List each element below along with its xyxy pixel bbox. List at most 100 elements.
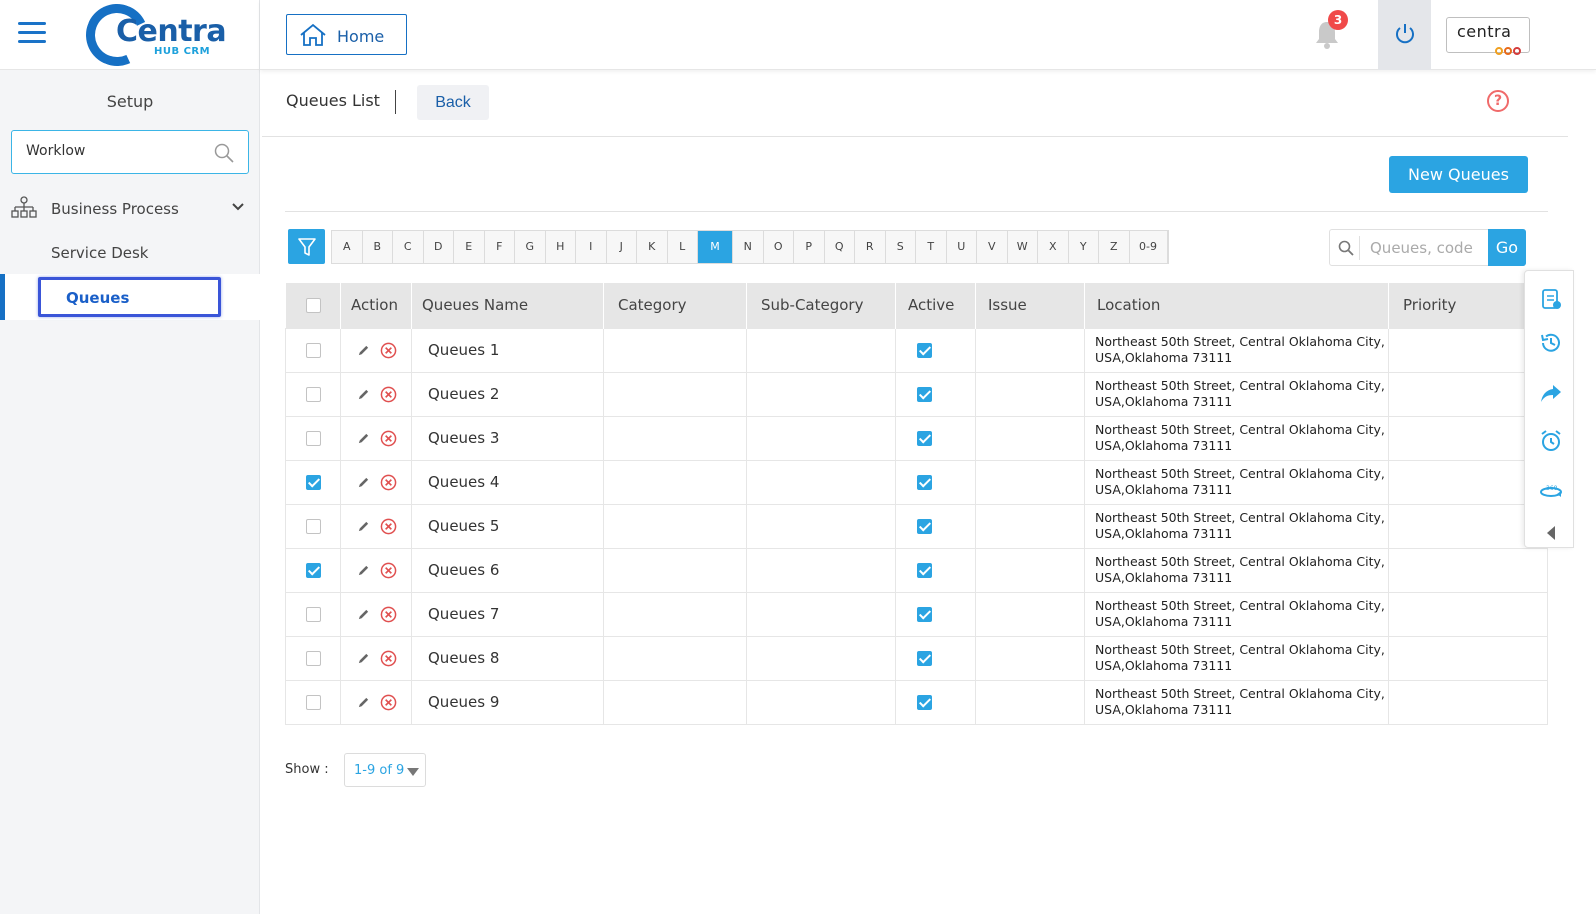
delete-circle-icon[interactable] bbox=[380, 562, 397, 579]
active-checkbox[interactable] bbox=[917, 342, 932, 358]
delete-circle-icon[interactable] bbox=[380, 386, 397, 403]
queue-name-cell[interactable]: Queues 6 bbox=[411, 547, 604, 593]
filter-button[interactable] bbox=[288, 229, 325, 264]
pencil-icon[interactable] bbox=[357, 696, 370, 709]
hamburger-icon[interactable] bbox=[18, 22, 46, 44]
header-location[interactable]: Location bbox=[1084, 283, 1389, 328]
alarm-icon[interactable] bbox=[1539, 429, 1563, 453]
active-checkbox[interactable] bbox=[917, 694, 932, 710]
search-icon[interactable] bbox=[214, 143, 234, 163]
table-row[interactable]: Queues 5 Northeast 50th Street, Central … bbox=[285, 503, 1548, 549]
alphabet-letter-p[interactable]: P bbox=[794, 231, 825, 263]
alphabet-letter-v[interactable]: V bbox=[977, 231, 1008, 263]
power-button[interactable] bbox=[1378, 0, 1431, 70]
help-icon[interactable]: ? bbox=[1487, 90, 1509, 112]
home-button[interactable]: Home bbox=[286, 14, 407, 55]
row-checkbox[interactable] bbox=[306, 342, 321, 358]
alphabet-letter-t[interactable]: T bbox=[916, 231, 947, 263]
delete-circle-icon[interactable] bbox=[380, 606, 397, 623]
pencil-icon[interactable] bbox=[357, 652, 370, 665]
pencil-icon[interactable] bbox=[357, 520, 370, 533]
alphabet-letter-l[interactable]: L bbox=[668, 231, 698, 263]
alphabet-letter-e[interactable]: E bbox=[454, 231, 485, 263]
alphabet-letter-g[interactable]: G bbox=[515, 231, 546, 263]
active-checkbox[interactable] bbox=[917, 650, 932, 666]
alphabet-letter-q[interactable]: Q bbox=[825, 231, 855, 263]
active-checkbox[interactable] bbox=[917, 430, 932, 446]
alphabet-letter-a[interactable]: A bbox=[332, 231, 363, 263]
alphabet-letter-z[interactable]: Z bbox=[1099, 231, 1130, 263]
clipboard-icon[interactable] bbox=[1539, 287, 1563, 311]
row-checkbox[interactable] bbox=[306, 474, 321, 490]
delete-circle-icon[interactable] bbox=[380, 474, 397, 491]
pencil-icon[interactable] bbox=[357, 344, 370, 357]
table-row[interactable]: Queues 3 Northeast 50th Street, Central … bbox=[285, 415, 1548, 461]
share-icon[interactable] bbox=[1539, 381, 1563, 405]
queue-name-cell[interactable]: Queues 3 bbox=[411, 415, 604, 461]
alphabet-letter-y[interactable]: Y bbox=[1069, 231, 1099, 263]
history-icon[interactable] bbox=[1539, 331, 1563, 355]
alphabet-letter-j[interactable]: J bbox=[607, 231, 637, 263]
alphabet-letter-u[interactable]: U bbox=[947, 231, 977, 263]
queue-search-input[interactable] bbox=[1370, 239, 1485, 257]
alphabet-letter-x[interactable]: X bbox=[1038, 231, 1069, 263]
queue-name-cell[interactable]: Queues 1 bbox=[411, 327, 604, 373]
sidebar-search-input[interactable] bbox=[26, 143, 206, 159]
delete-circle-icon[interactable] bbox=[380, 650, 397, 667]
queue-name-cell[interactable]: Queues 2 bbox=[411, 371, 604, 417]
alphabet-letter-d[interactable]: D bbox=[424, 231, 454, 263]
view-360-icon[interactable]: 360 bbox=[1539, 479, 1563, 503]
delete-circle-icon[interactable] bbox=[380, 694, 397, 711]
active-checkbox[interactable] bbox=[917, 562, 932, 578]
new-queues-button[interactable]: New Queues bbox=[1389, 156, 1528, 193]
delete-circle-icon[interactable] bbox=[380, 430, 397, 447]
row-checkbox[interactable] bbox=[306, 562, 321, 578]
alphabet-letter-r[interactable]: R bbox=[855, 231, 886, 263]
back-button[interactable]: Back bbox=[417, 85, 489, 120]
pencil-icon[interactable] bbox=[357, 476, 370, 489]
row-checkbox[interactable] bbox=[306, 518, 321, 534]
active-checkbox[interactable] bbox=[917, 474, 932, 490]
sidebar-item-queues[interactable]: Queues bbox=[0, 274, 260, 320]
queue-name-cell[interactable]: Queues 4 bbox=[411, 459, 604, 505]
table-row[interactable]: Queues 4 Northeast 50th Street, Central … bbox=[285, 459, 1548, 505]
alphabet-letter-c[interactable]: C bbox=[393, 231, 424, 263]
alphabet-letter-f[interactable]: F bbox=[485, 231, 515, 263]
table-row[interactable]: Queues 2 Northeast 50th Street, Central … bbox=[285, 371, 1548, 417]
row-checkbox[interactable] bbox=[306, 606, 321, 622]
queue-name-cell[interactable]: Queues 9 bbox=[411, 679, 604, 725]
table-row[interactable]: Queues 7 Northeast 50th Street, Central … bbox=[285, 591, 1548, 637]
pencil-icon[interactable] bbox=[357, 388, 370, 401]
active-checkbox[interactable] bbox=[917, 606, 932, 622]
row-checkbox[interactable] bbox=[306, 650, 321, 666]
header-issue[interactable]: Issue bbox=[975, 283, 1085, 328]
queue-name-cell[interactable]: Queues 7 bbox=[411, 591, 604, 637]
active-checkbox[interactable] bbox=[917, 386, 932, 402]
header-category[interactable]: Category bbox=[603, 283, 747, 328]
sidebar-item-service-desk[interactable]: Service Desk bbox=[51, 244, 149, 262]
pencil-icon[interactable] bbox=[357, 608, 370, 621]
brand-logo[interactable]: centra bbox=[1446, 17, 1530, 55]
pencil-icon[interactable] bbox=[357, 432, 370, 445]
header-sub-category[interactable]: Sub-Category bbox=[746, 283, 896, 328]
alphabet-letter-o[interactable]: O bbox=[764, 231, 794, 263]
queue-name-cell[interactable]: Queues 8 bbox=[411, 635, 604, 681]
alphabet-letter-w[interactable]: W bbox=[1008, 231, 1038, 263]
select-all-checkbox[interactable] bbox=[305, 298, 321, 314]
active-checkbox[interactable] bbox=[917, 518, 932, 534]
pencil-icon[interactable] bbox=[357, 564, 370, 577]
app-logo[interactable]: Centra HUB CRM bbox=[77, 0, 227, 75]
row-checkbox[interactable] bbox=[306, 694, 321, 710]
sidebar-item-business-process[interactable]: Business Process bbox=[0, 192, 260, 226]
queue-name-cell[interactable]: Queues 5 bbox=[411, 503, 604, 549]
alphabet-letter-i[interactable]: I bbox=[576, 231, 607, 263]
row-checkbox[interactable] bbox=[306, 430, 321, 446]
table-row[interactable]: Queues 9 Northeast 50th Street, Central … bbox=[285, 679, 1548, 725]
collapse-left-icon[interactable] bbox=[1539, 521, 1563, 545]
alphabet-letter-h[interactable]: H bbox=[546, 231, 576, 263]
alphabet-letter-m[interactable]: M bbox=[698, 231, 733, 263]
table-row[interactable]: Queues 6 Northeast 50th Street, Central … bbox=[285, 547, 1548, 593]
alphabet-letter-b[interactable]: B bbox=[363, 231, 393, 263]
alphabet-letter-s[interactable]: S bbox=[886, 231, 916, 263]
alphabet-letter-k[interactable]: K bbox=[637, 231, 668, 263]
